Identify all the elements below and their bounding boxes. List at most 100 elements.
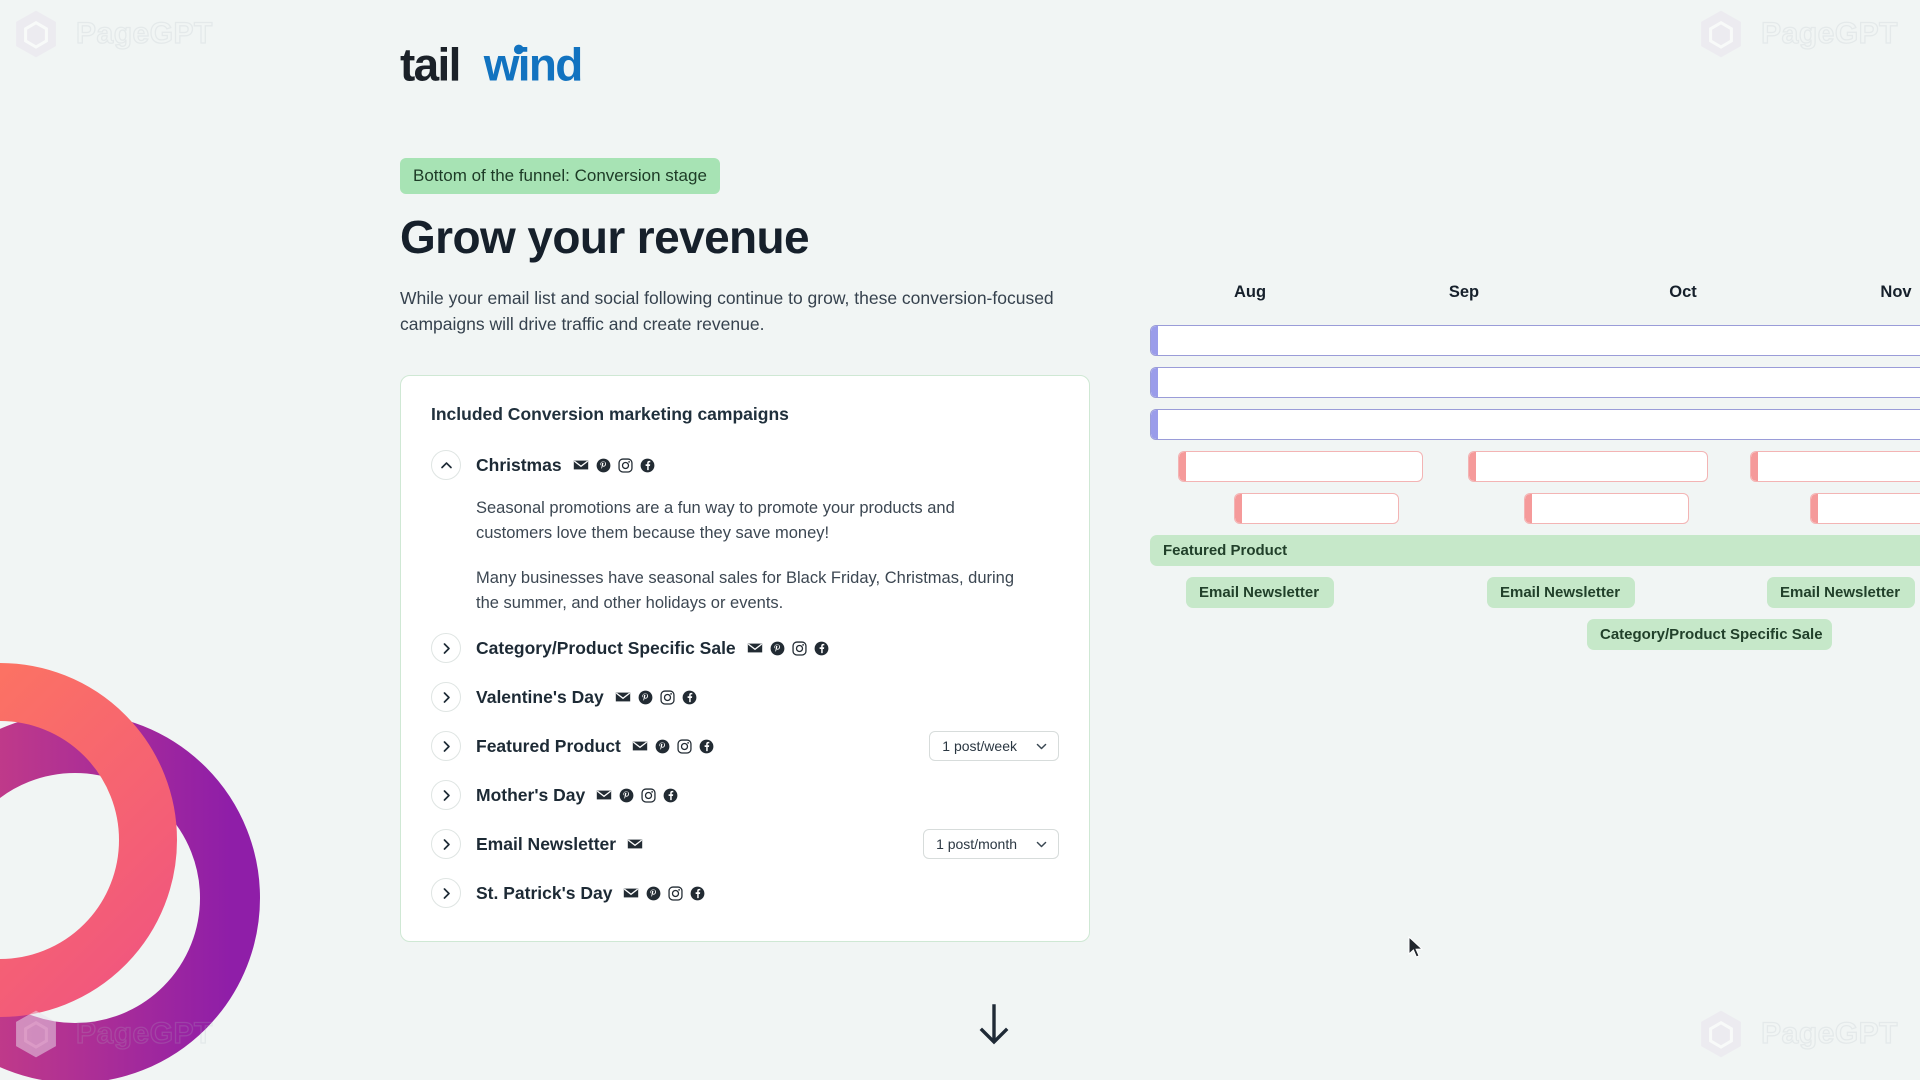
campaign-toggle-button[interactable] — [431, 682, 461, 713]
timeline-bar[interactable] — [1810, 493, 1920, 524]
pinterest-icon — [619, 788, 634, 803]
campaign-name: St. Patrick's Day — [476, 882, 613, 903]
chevron-right-icon — [443, 839, 450, 850]
campaign-name: Category/Product Specific Sale — [476, 637, 736, 658]
page-subtitle: While your email list and social followi… — [400, 287, 1054, 334]
campaign-description-paragraph: Many businesses have seasonal sales for … — [476, 569, 1015, 613]
chevron-down-icon — [1036, 743, 1047, 750]
hexagon-icon — [1701, 10, 1742, 58]
email-icon — [627, 839, 643, 849]
campaign-name: Valentine's Day — [476, 686, 604, 707]
scroll-down-button[interactable] — [977, 1003, 1011, 1047]
campaign-channel-icons — [573, 457, 655, 473]
chevron-right-icon — [443, 741, 450, 752]
instagram-icon — [677, 739, 692, 754]
timeline-campaign-pill[interactable]: Email Newsletter — [1487, 577, 1635, 608]
timeline-bar[interactable] — [1150, 325, 1920, 356]
watermark-bottom-left: PageGPT — [10, 1008, 213, 1060]
watermark-top-left: PageGPT — [10, 8, 213, 60]
watermark-label: PageGPT — [75, 16, 213, 50]
campaign-channel-icons — [747, 640, 829, 656]
campaign-channel-icons — [623, 885, 705, 901]
campaign-toggle-button[interactable] — [431, 450, 461, 481]
campaign-name: Mother's Day — [476, 784, 586, 805]
campaign-channel-icons — [596, 787, 678, 803]
timeline-bar-cap — [1469, 452, 1476, 481]
timeline-bar-cap — [1151, 410, 1158, 439]
watermark-label: PageGPT — [1760, 16, 1898, 50]
pinterest-icon — [596, 458, 610, 472]
timeline-month-label: Nov — [1880, 283, 1912, 301]
campaign-name: Christmas — [476, 454, 562, 475]
campaign-name: Email Newsletter — [476, 833, 617, 854]
campaign-list: Christmas Seasonal promotions are a fun … — [431, 447, 1059, 911]
email-icon — [624, 888, 639, 898]
instagram-icon — [660, 690, 675, 705]
timeline-campaign-pill[interactable]: Featured Product — [1150, 535, 1920, 566]
timeline-bar-cap — [1811, 494, 1818, 523]
campaign-frequency-select[interactable]: 1 post/week — [929, 731, 1059, 762]
campaign-row[interactable]: Category/Product Specific Sale — [431, 630, 1059, 666]
timeline-bar[interactable] — [1468, 451, 1708, 482]
chevron-right-icon — [443, 888, 450, 899]
timeline-bars: Featured Product Email Newsletter Email Ne… — [1150, 325, 1920, 650]
campaign-row[interactable]: Email Newsletter 1 post/month — [431, 826, 1059, 862]
campaign-row[interactable]: St. Patrick's Day — [431, 875, 1059, 911]
campaign-timeline: Aug Sep Oct Nov Featured Product Email Newsl… — [1150, 283, 1920, 650]
timeline-month-header: Aug Sep Oct Nov — [1150, 283, 1920, 313]
timeline-bar[interactable] — [1150, 409, 1920, 440]
timeline-bar-cap — [1151, 326, 1158, 355]
campaign-name: Featured Product — [476, 735, 621, 756]
facebook-icon — [691, 886, 705, 901]
campaign-channel-icons — [627, 836, 643, 852]
campaign-channel-icons — [615, 689, 697, 705]
campaign-row[interactable]: Christmas — [431, 447, 1059, 483]
campaign-toggle-button[interactable] — [431, 731, 461, 762]
funnel-stage-badge: Bottom of the funnel: Conversion stage — [400, 158, 720, 194]
campaign-frequency-select[interactable]: 1 post/month — [923, 829, 1059, 860]
timeline-bar[interactable] — [1524, 493, 1689, 524]
campaigns-card-title: Included Conversion marketing campaigns — [431, 404, 789, 425]
tailwind-logo: tail wind — [400, 40, 583, 90]
instagram-icon — [668, 886, 684, 901]
campaign-row[interactable]: Mother's Day — [431, 777, 1059, 813]
timeline-bar[interactable] — [1234, 493, 1399, 524]
timeline-campaign-pill[interactable]: Email Newsletter — [1767, 577, 1915, 608]
campaign-channel-icons — [632, 738, 714, 754]
facebook-icon — [663, 788, 678, 803]
main-content-column: tail wind Bottom of the funnel: Conversi… — [400, 40, 1090, 943]
timeline-bar-cap — [1179, 452, 1186, 481]
chevron-up-icon — [440, 461, 452, 468]
watermark-label: PageGPT — [1760, 1016, 1898, 1050]
campaign-toggle-button[interactable] — [431, 878, 461, 909]
svg-text:tail: tail — [400, 40, 460, 90]
facebook-icon — [814, 641, 829, 656]
pinterest-icon — [655, 739, 670, 754]
campaign-toggle-button[interactable] — [431, 829, 461, 860]
timeline-month-label: Sep — [1448, 283, 1480, 301]
email-icon — [632, 741, 648, 751]
chevron-down-icon — [1036, 841, 1047, 848]
campaign-toggle-button[interactable] — [431, 780, 461, 811]
svg-text:wind: wind — [483, 40, 582, 90]
timeline-bar[interactable] — [1150, 367, 1920, 398]
pinterest-icon — [647, 886, 661, 901]
hexagon-icon — [16, 10, 56, 58]
timeline-bar[interactable] — [1750, 451, 1920, 482]
email-icon — [615, 692, 630, 702]
timeline-bar-cap — [1751, 452, 1758, 481]
campaign-toggle-button[interactable] — [431, 633, 461, 664]
instagram-icon — [618, 458, 633, 473]
email-icon — [573, 460, 588, 470]
timeline-bar[interactable] — [1178, 451, 1423, 482]
campaign-row[interactable]: Featured Product 1 post/week — [431, 728, 1059, 764]
frequency-value: 1 post/week — [942, 738, 1017, 755]
timeline-campaign-pill[interactable]: Category/Product Specific Sale — [1587, 619, 1832, 650]
campaign-row[interactable]: Valentine's Day — [431, 679, 1059, 715]
email-icon — [596, 790, 612, 800]
instagram-icon — [792, 641, 807, 656]
facebook-icon — [640, 458, 654, 472]
facebook-icon — [682, 690, 697, 705]
hexagon-icon — [1701, 1010, 1742, 1058]
timeline-campaign-pill[interactable]: Email Newsletter — [1186, 577, 1334, 608]
